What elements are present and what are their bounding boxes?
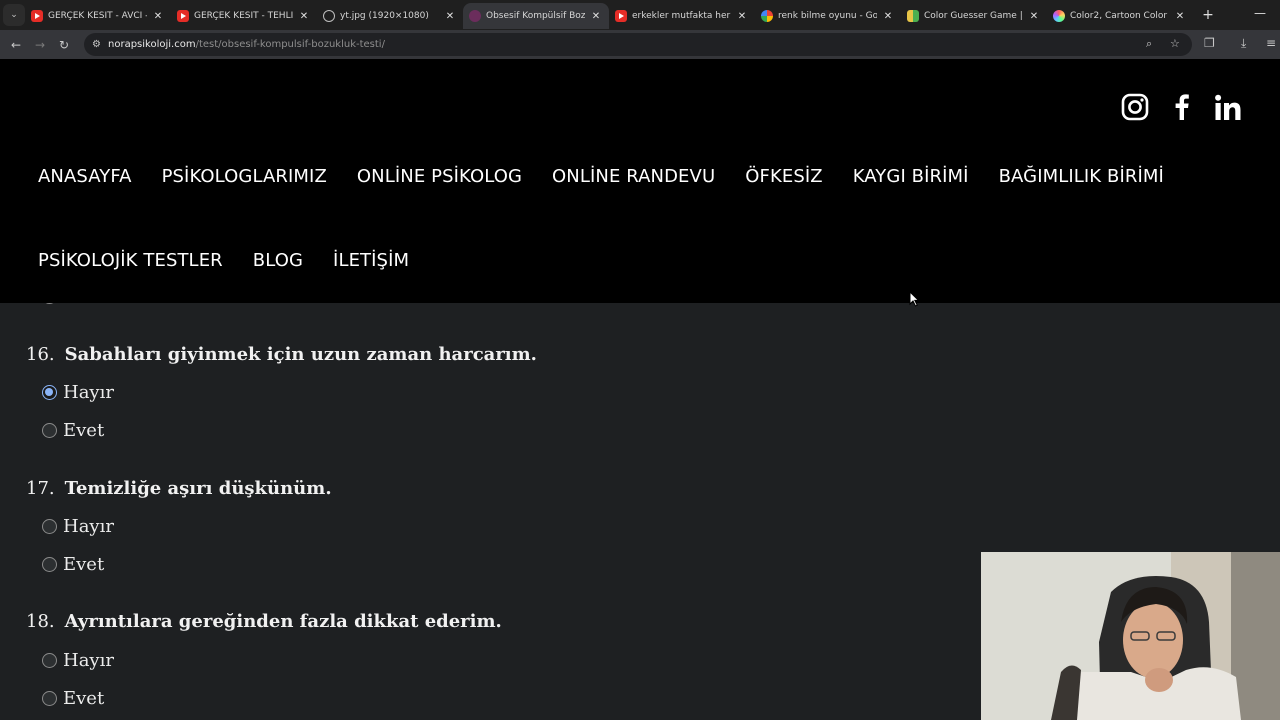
radio-button[interactable] xyxy=(42,691,57,706)
radio-button[interactable] xyxy=(42,519,57,534)
question-text: Temizliğe aşırı düşkünüm. xyxy=(64,478,332,499)
nav-item-online-psikolog[interactable]: ONLİNE PSİKOLOG xyxy=(357,166,522,187)
close-icon[interactable]: ✕ xyxy=(1173,11,1187,22)
option-label: Hayır xyxy=(63,650,114,671)
nav-item-ofkesiz[interactable]: ÖFKESİZ xyxy=(745,166,822,187)
close-icon[interactable]: ✕ xyxy=(443,11,457,22)
forward-arrow-icon[interactable]: → xyxy=(28,38,52,52)
site-header: ANASAYFA PSİKOLOGLARIMIZ ONLİNE PSİKOLOG… xyxy=(0,59,1280,303)
url-text: norapsikoloji.com/test/obsesif-kompulsif… xyxy=(108,39,385,50)
quiz-option-clipped[interactable] xyxy=(42,303,63,304)
option-label: Hayır xyxy=(63,382,114,403)
nav-item-psikolojik-testler[interactable]: PSİKOLOJİK TESTLER xyxy=(38,250,223,271)
radio-button[interactable] xyxy=(42,653,57,668)
download-icon[interactable]: ⤓ xyxy=(1241,36,1246,51)
tab-title: Obsesif Kompülsif Bozukl xyxy=(486,11,585,21)
webcam-overlay xyxy=(981,552,1280,720)
youtube-icon xyxy=(31,10,43,22)
menu-icon[interactable]: ≡ xyxy=(1266,36,1276,50)
back-arrow-icon[interactable]: ← xyxy=(4,38,28,52)
minimize-icon[interactable]: — xyxy=(1254,6,1266,20)
webcam-person-image xyxy=(981,552,1280,720)
extensions-icon[interactable]: ❐ xyxy=(1204,36,1215,50)
address-bar[interactable]: ⚙ norapsikoloji.com/test/obsesif-kompuls… xyxy=(84,33,1192,56)
question-text: Sabahları giyinmek için uzun zaman harca… xyxy=(64,344,537,365)
option-label: Evet xyxy=(63,420,105,441)
radio-button[interactable] xyxy=(42,423,57,438)
nav-item-online-randevu[interactable]: ONLİNE RANDEVU xyxy=(552,166,715,187)
option-label: Evet xyxy=(63,554,105,575)
zoom-icon[interactable]: ⌕ xyxy=(1146,37,1152,51)
facebook-icon[interactable] xyxy=(1168,93,1196,121)
browser-tab[interactable]: erkekler mutfakta her işi y ✕ xyxy=(609,3,755,29)
tab-title: Color2, Cartoon Color Gu xyxy=(1070,11,1169,21)
nav-item-blog[interactable]: BLOG xyxy=(253,250,303,271)
browser-tab[interactable]: Color2, Cartoon Color Gu ✕ xyxy=(1047,3,1193,29)
close-icon[interactable]: ✕ xyxy=(881,11,895,22)
reload-icon[interactable]: ↻ xyxy=(52,38,76,52)
browser-tab[interactable]: yt.jpg (1920×1080) ✕ xyxy=(317,3,463,29)
tab-title: GERÇEK KESİT - TEHLİKELİ xyxy=(194,11,293,21)
norapsikoloji-icon xyxy=(469,10,481,22)
nav-item-anasayfa[interactable]: ANASAYFA xyxy=(38,166,132,187)
tab-title: GERÇEK KESİT - AVCI - Yo xyxy=(48,11,147,21)
nav-item-bagimlilik-birimi[interactable]: BAĞIMLILIK BİRİMİ xyxy=(999,166,1164,187)
question-title: 17. Temizliğe aşırı düşkünüm. xyxy=(26,478,332,499)
browser-tab-bar: ⌄ GERÇEK KESİT - AVCI - Yo ✕ GERÇEK KESİ… xyxy=(0,0,1280,30)
url-host: norapsikoloji.com xyxy=(108,39,196,50)
grid-icon xyxy=(907,10,919,22)
new-tab-plus-icon[interactable]: + xyxy=(1197,7,1219,23)
quiz-option[interactable]: Hayır xyxy=(42,382,114,403)
option-label: Evet xyxy=(63,688,105,709)
quiz-option[interactable]: Evet xyxy=(42,688,104,709)
browser-tab-active[interactable]: Obsesif Kompülsif Bozukl ✕ xyxy=(463,3,609,29)
main-nav-row-1: ANASAYFA PSİKOLOGLARIMIZ ONLİNE PSİKOLOG… xyxy=(38,166,1194,187)
google-icon xyxy=(761,10,773,22)
nav-item-psikologlarimiz[interactable]: PSİKOLOGLARIMIZ xyxy=(162,166,327,187)
close-icon[interactable]: ✕ xyxy=(735,11,749,22)
tab-title: erkekler mutfakta her işi y xyxy=(632,11,731,21)
question-title: 18. Ayrıntılara gereğinden fazla dikkat e… xyxy=(26,611,502,632)
instagram-icon[interactable] xyxy=(1121,93,1149,121)
close-icon[interactable]: ✕ xyxy=(1027,11,1041,22)
globe-icon xyxy=(323,10,335,22)
radio-button[interactable] xyxy=(42,557,57,572)
close-icon[interactable]: ✕ xyxy=(297,11,311,22)
question-title: 16. Sabahları giyinmek için uzun zaman ha… xyxy=(26,344,537,365)
youtube-icon xyxy=(177,10,189,22)
radio-button-checked[interactable] xyxy=(42,385,57,400)
quiz-option[interactable]: Hayır xyxy=(42,650,114,671)
mouse-cursor-icon xyxy=(909,291,919,307)
quiz-option[interactable]: Evet xyxy=(42,420,104,441)
bookmark-star-icon[interactable]: ☆ xyxy=(1170,37,1180,50)
browser-tab[interactable]: GERÇEK KESİT - AVCI - Yo ✕ xyxy=(25,3,171,29)
question-number: 17. xyxy=(26,478,55,499)
radio-button[interactable] xyxy=(42,303,57,304)
close-icon[interactable]: ✕ xyxy=(151,11,165,22)
option-label: Hayır xyxy=(63,516,114,537)
question-number: 18. xyxy=(26,611,55,632)
tab-title: Color Guesser Game | Gu xyxy=(924,11,1023,21)
color-wheel-icon xyxy=(1053,10,1065,22)
browser-tab[interactable]: Color Guesser Game | Gu ✕ xyxy=(901,3,1047,29)
quiz-option[interactable]: Evet xyxy=(42,554,104,575)
browser-tab[interactable]: GERÇEK KESİT - TEHLİKELİ ✕ xyxy=(171,3,317,29)
url-path: /test/obsesif-kompulsif-bozukluk-testi/ xyxy=(195,39,385,50)
nav-item-kaygi-birimi[interactable]: KAYGI BİRİMİ xyxy=(853,166,969,187)
browser-toolbar: ← → ↻ ⚙ norapsikoloji.com/test/obsesif-k… xyxy=(0,30,1280,59)
quiz-option[interactable]: Hayır xyxy=(42,516,114,537)
question-text: Ayrıntılara gereğinden fazla dikkat eder… xyxy=(64,611,502,632)
question-number: 16. xyxy=(26,344,55,365)
browser-tab[interactable]: renk bilme oyunu - Googl ✕ xyxy=(755,3,901,29)
main-nav-row-2: PSİKOLOJİK TESTLER BLOG İLETİŞİM xyxy=(38,250,439,271)
tab-title: yt.jpg (1920×1080) xyxy=(340,11,429,21)
tab-search-chevron-icon[interactable]: ⌄ xyxy=(3,4,25,26)
linkedin-icon[interactable] xyxy=(1214,94,1242,122)
nav-item-iletisim[interactable]: İLETİŞİM xyxy=(333,250,409,271)
youtube-icon xyxy=(615,10,627,22)
site-info-icon[interactable]: ⚙ xyxy=(92,39,108,50)
tab-title: renk bilme oyunu - Googl xyxy=(778,11,877,21)
close-icon[interactable]: ✕ xyxy=(589,11,603,22)
